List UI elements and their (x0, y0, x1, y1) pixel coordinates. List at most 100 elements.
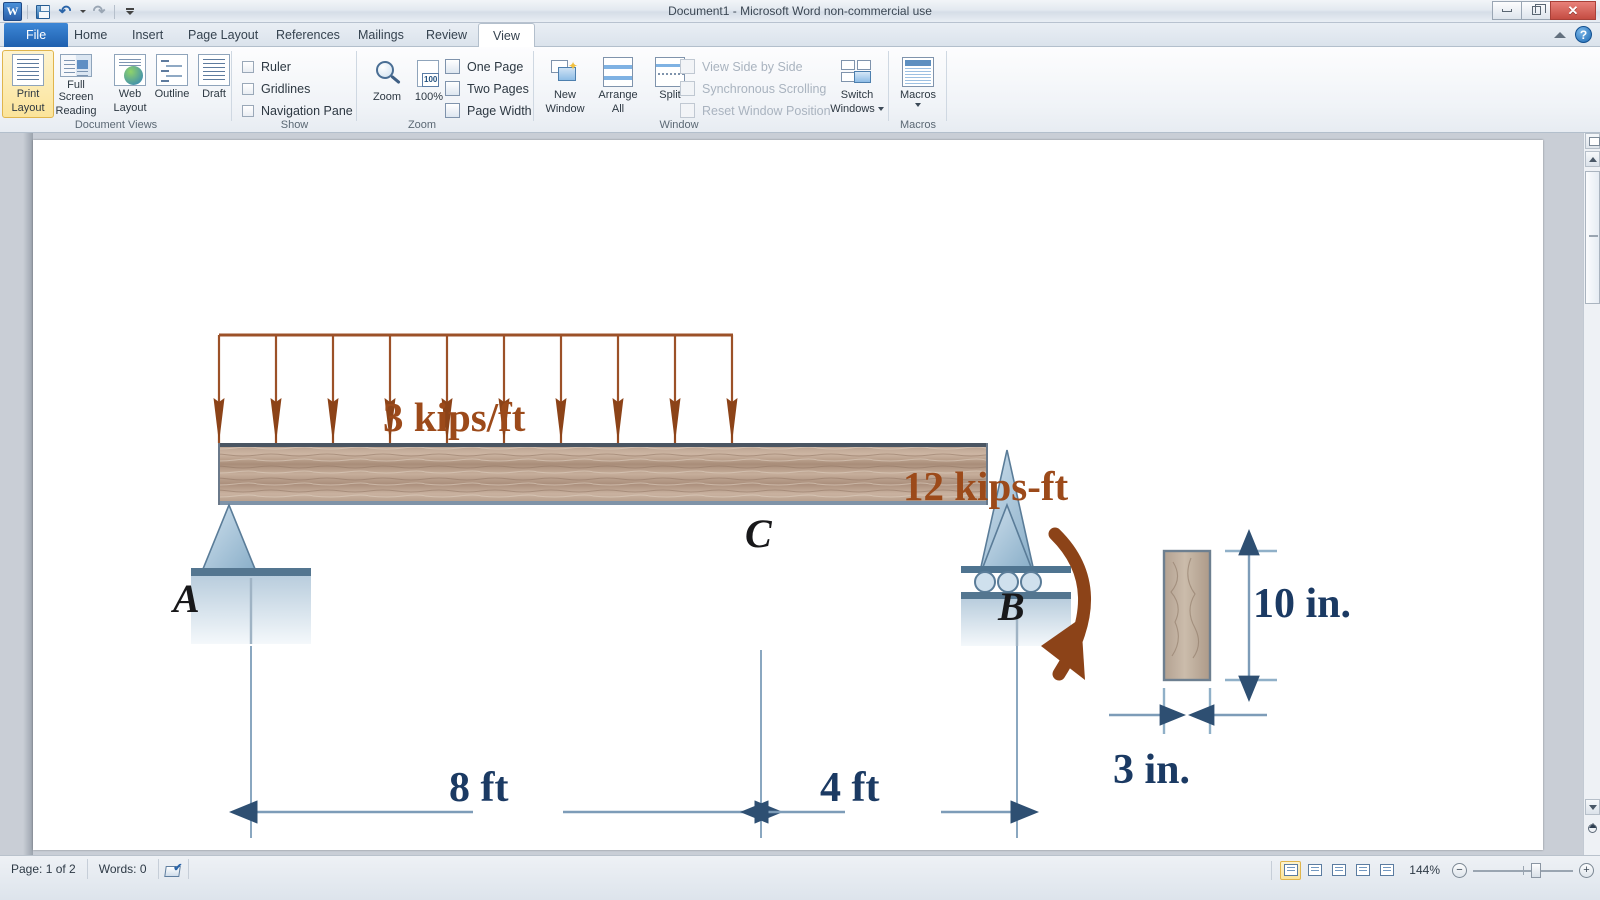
button-label: Print (16, 88, 40, 100)
checkbox-icon[interactable] (242, 83, 254, 95)
zoom-slider[interactable] (1473, 862, 1573, 878)
switch-windows-button[interactable]: Switch Windows (826, 53, 888, 121)
zoom-100-icon: 100 (414, 59, 444, 89)
button-label: Macros (899, 89, 937, 101)
zoom-in-button[interactable]: + (1579, 862, 1594, 878)
checkbox-icon[interactable] (242, 61, 254, 73)
button-label: Two Pages (467, 81, 529, 96)
view-side-by-side-icon (680, 59, 695, 74)
view-shortcut-buttons (1271, 860, 1397, 880)
one-page-button[interactable]: One Page (445, 59, 523, 74)
ribbon-tabs: File Home Insert Page Layout References … (0, 23, 1600, 48)
view-side-by-side-button[interactable]: View Side by Side (680, 59, 803, 74)
distributed-load-label: 3 kips/ft (383, 394, 526, 440)
page-width-icon (445, 103, 460, 118)
page-indicator[interactable]: Page: 1 of 2 (0, 859, 88, 879)
synchronous-scrolling-button[interactable]: Synchronous Scrolling (680, 81, 826, 96)
zoom-level-label[interactable]: 144% (1403, 863, 1446, 877)
ribbon-group-document-views: Print Layout Full Screen Reading Web Lay… (0, 47, 232, 133)
ribbon-group-zoom: Zoom 100 100% One Page Two Pages Page Wi… (357, 47, 534, 133)
tab-insert[interactable]: Insert (118, 23, 177, 47)
beam-member (218, 443, 988, 505)
tab-references[interactable]: References (262, 23, 354, 47)
customize-quick-access-icon[interactable] (120, 2, 140, 21)
status-bar-left: Page: 1 of 2 Words: 0 (0, 859, 189, 879)
page-width-button[interactable]: Page Width (445, 103, 532, 118)
tab-review[interactable]: Review (412, 23, 481, 47)
split-window-handle[interactable] (1585, 133, 1600, 149)
button-label: Full Screen (58, 79, 94, 103)
undo-icon[interactable]: ↶ (55, 2, 75, 21)
redo-icon[interactable]: ↷ (89, 2, 109, 21)
view-button-web-layout[interactable] (1328, 861, 1349, 880)
section-width-label: 3 in. (1113, 747, 1191, 793)
vertical-scrollbar[interactable] (1583, 133, 1600, 855)
button-label: New (553, 89, 576, 101)
checkbox-navigation-pane[interactable]: Navigation Pane (242, 104, 353, 118)
new-window-button[interactable]: ✦ New Window (538, 53, 592, 121)
button-label: Draft (202, 88, 226, 100)
close-button[interactable]: ✕ (1550, 1, 1596, 20)
web-layout-icon (1331, 864, 1346, 876)
minimize-ribbon-icon[interactable] (1554, 31, 1566, 38)
scrollbar-thumb[interactable] (1585, 171, 1600, 304)
two-pages-button[interactable]: Two Pages (445, 81, 529, 96)
status-bar: Page: 1 of 2 Words: 0 144% − + (0, 855, 1600, 900)
button-label: Outline (154, 88, 190, 100)
switch-windows-icon (840, 57, 874, 87)
button-label: Layout (11, 102, 45, 114)
select-browse-object-button[interactable] (1588, 824, 1597, 833)
minimize-button[interactable] (1492, 1, 1521, 20)
view-button-print-layout[interactable] (1280, 860, 1302, 880)
checkbox-gridlines[interactable]: Gridlines (242, 82, 310, 96)
tab-home[interactable]: Home (60, 23, 121, 47)
macros-button[interactable]: Macros (892, 53, 944, 121)
full-screen-reading-icon (1307, 864, 1322, 876)
arrange-all-button[interactable]: Arrange All (592, 53, 644, 121)
button-label: Switch (840, 89, 874, 101)
print-layout-icon (1283, 864, 1298, 876)
checkbox-icon[interactable] (242, 105, 254, 117)
proofing-status-button[interactable] (159, 859, 189, 879)
support-a-pin (191, 502, 311, 644)
word-logo-icon[interactable]: W (3, 2, 22, 21)
beam-diagram (191, 333, 1277, 838)
button-label: One Page (467, 59, 524, 74)
help-icon[interactable]: ? (1575, 26, 1592, 43)
checkbox-ruler[interactable]: Ruler (242, 60, 291, 74)
print-layout-button[interactable]: Print Layout (2, 50, 54, 118)
reset-window-position-button[interactable]: Reset Window Position (680, 103, 831, 118)
scroll-up-button[interactable] (1585, 151, 1600, 167)
span-cb-label: 4 ft (820, 765, 880, 811)
arrange-all-icon (603, 57, 633, 87)
tab-page-layout[interactable]: Page Layout (174, 23, 272, 47)
view-button-full-screen-reading[interactable] (1304, 861, 1325, 880)
left-gutter (0, 133, 33, 855)
word-count[interactable]: Words: 0 (88, 859, 159, 879)
chevron-down-icon[interactable] (915, 103, 921, 107)
restore-button[interactable] (1521, 1, 1550, 20)
magnifier-icon (372, 59, 402, 89)
group-label-document-views: Document Views (74, 119, 158, 131)
zoom-slider-thumb[interactable] (1531, 862, 1541, 878)
tab-file[interactable]: File (4, 23, 69, 47)
undo-dropdown-icon[interactable] (77, 2, 87, 21)
chevron-down-icon[interactable] (877, 107, 884, 111)
checkbox-label: Ruler (261, 60, 291, 74)
new-window-icon: ✦ (550, 57, 580, 87)
ribbon-group-show: Ruler Gridlines Navigation Pane Show (232, 47, 357, 133)
draft-icon (1379, 864, 1394, 876)
zoom-out-button[interactable]: − (1452, 862, 1467, 878)
full-screen-reading-button[interactable]: Full Screen Reading (48, 50, 104, 118)
tab-view[interactable]: View (478, 23, 535, 48)
scroll-down-button[interactable] (1585, 799, 1600, 815)
web-layout-icon (114, 54, 146, 86)
tab-mailings[interactable]: Mailings (344, 23, 418, 47)
view-button-draft[interactable] (1376, 861, 1397, 880)
document-page[interactable]: 3 kips/ft 12 kips-ft A B C 8 ft 4 ft 10 … (33, 140, 1543, 850)
save-icon[interactable] (33, 2, 53, 21)
divider (27, 4, 28, 19)
document-area[interactable]: 3 kips/ft 12 kips-ft A B C 8 ft 4 ft 10 … (0, 133, 1600, 855)
view-button-outline[interactable] (1352, 861, 1373, 880)
button-label: View Side by Side (702, 59, 803, 74)
